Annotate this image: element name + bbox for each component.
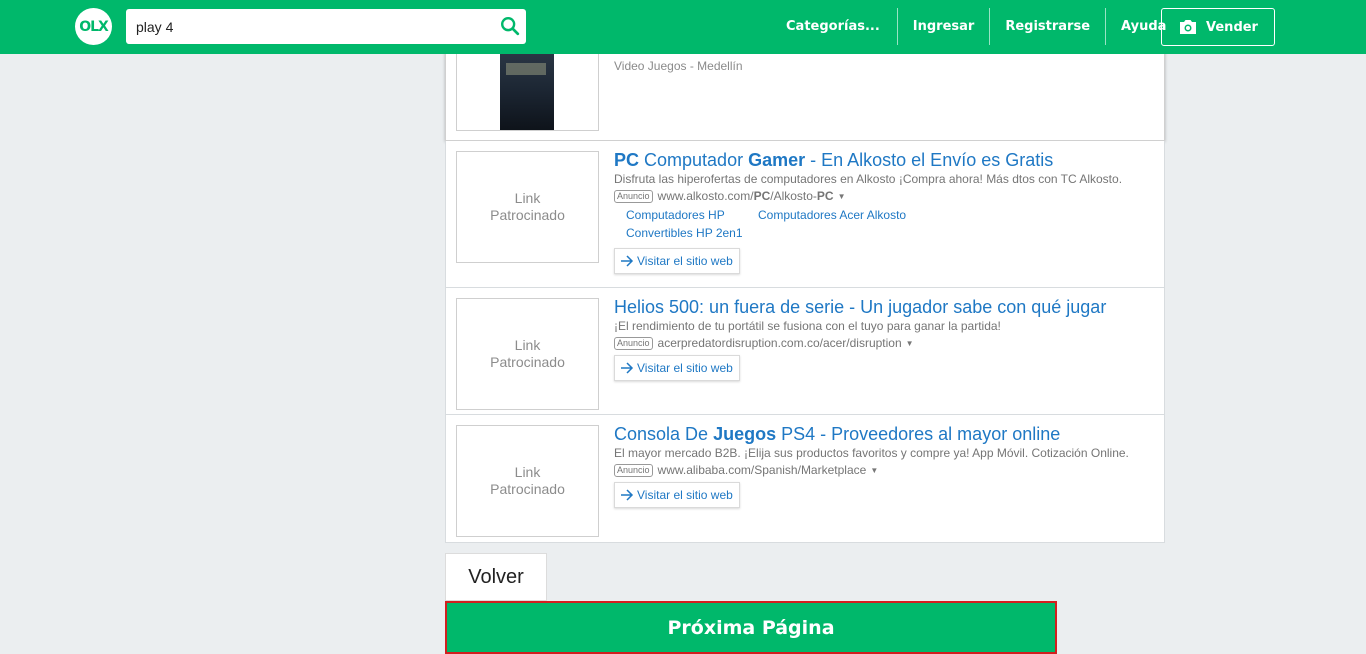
ad-badge: Anuncio	[614, 336, 653, 350]
ad-title-link[interactable]: Helios 500: un fuera de serie - Un jugad…	[614, 297, 1106, 318]
placeholder-text: Patrocinado	[490, 354, 565, 370]
sponsored-ad: Link Patrocinado Consola De Juegos PS4 - …	[446, 414, 1164, 542]
visit-site-button[interactable]: Visitar el sitio web	[614, 482, 740, 508]
ad-url[interactable]: Anuncio www.alibaba.com/Spanish/Marketpl…	[614, 463, 878, 477]
logo-text: OLX	[79, 18, 109, 35]
ad-description: El mayor mercado B2B. ¡Elija sus product…	[614, 446, 1129, 460]
sponsored-placeholder: Link Patrocinado	[456, 151, 599, 263]
visit-site-button[interactable]: Visitar el sitio web	[614, 248, 740, 274]
header-nav: Categorías... Ingresar Registrarse Ayuda	[769, 8, 1181, 45]
placeholder-text: Link	[514, 464, 541, 480]
search-input[interactable]	[126, 9, 486, 44]
sitelink[interactable]: Computadores HP	[626, 208, 725, 222]
nav-ingresar[interactable]: Ingresar	[898, 8, 990, 45]
arrow-right-icon	[621, 489, 634, 501]
listing-thumbnail[interactable]	[456, 41, 599, 131]
nav-registrarse[interactable]: Registrarse	[990, 8, 1105, 45]
ad-description: Disfruta las hiperofertas de computadore…	[614, 172, 1123, 186]
ad-url[interactable]: Anuncio acerpredatordisruption.com.co/ac…	[614, 336, 914, 350]
back-button[interactable]: Volver	[445, 553, 547, 601]
sell-button[interactable]: Vender	[1161, 8, 1275, 46]
listing-meta: Video Juegos - Medellín	[614, 59, 743, 73]
sponsored-ad: Link Patrocinado PC Computador Gamer - En…	[446, 141, 1164, 288]
ad-title-link[interactable]: PC Computador Gamer - En Alkosto el Enví…	[614, 150, 1053, 171]
arrow-right-icon	[621, 255, 634, 267]
placeholder-text: Link	[514, 190, 541, 206]
ad-description: ¡El rendimiento de tu portátil se fusion…	[614, 319, 1001, 333]
sitelink[interactable]: Computadores Acer Alkosto	[758, 208, 906, 222]
ad-url[interactable]: Anuncio www.alkosto.com/PC/Alkosto- PC ▼	[614, 189, 846, 203]
placeholder-text: Patrocinado	[490, 481, 565, 497]
arrow-right-icon	[621, 362, 634, 374]
sponsored-ad: Link Patrocinado Helios 500: un fuera de …	[446, 287, 1164, 414]
olx-logo[interactable]: OLX	[75, 8, 112, 45]
caret-down-icon[interactable]: ▼	[870, 466, 878, 475]
ad-badge: Anuncio	[614, 463, 653, 477]
sponsored-placeholder: Link Patrocinado	[456, 298, 599, 410]
visit-site-button[interactable]: Visitar el sitio web	[614, 355, 740, 381]
caret-down-icon[interactable]: ▼	[838, 192, 846, 201]
sell-label: Vender	[1206, 19, 1258, 35]
placeholder-text: Patrocinado	[490, 207, 565, 223]
game-cover-image	[500, 41, 554, 130]
search-icon[interactable]	[499, 15, 521, 37]
caret-down-icon[interactable]: ▼	[906, 339, 914, 348]
placeholder-text: Link	[514, 337, 541, 353]
nav-categorias[interactable]: Categorías...	[769, 8, 897, 45]
search-box	[126, 9, 526, 44]
sitelink[interactable]: Convertibles HP 2en1	[626, 226, 743, 240]
sponsored-placeholder: Link Patrocinado	[456, 425, 599, 537]
listing-item[interactable]: Video Juegos - Medellín	[445, 40, 1165, 141]
ad-badge: Anuncio	[614, 189, 653, 203]
ad-title-link[interactable]: Consola De Juegos PS4 - Proveedores al m…	[614, 424, 1060, 445]
top-bar: OLX Categorías... Ingresar Registrarse A…	[0, 0, 1366, 54]
next-page-button[interactable]: Próxima Página	[445, 601, 1057, 654]
sponsored-links: Link Patrocinado PC Computador Gamer - En…	[445, 141, 1165, 543]
camera-icon	[1180, 20, 1197, 34]
